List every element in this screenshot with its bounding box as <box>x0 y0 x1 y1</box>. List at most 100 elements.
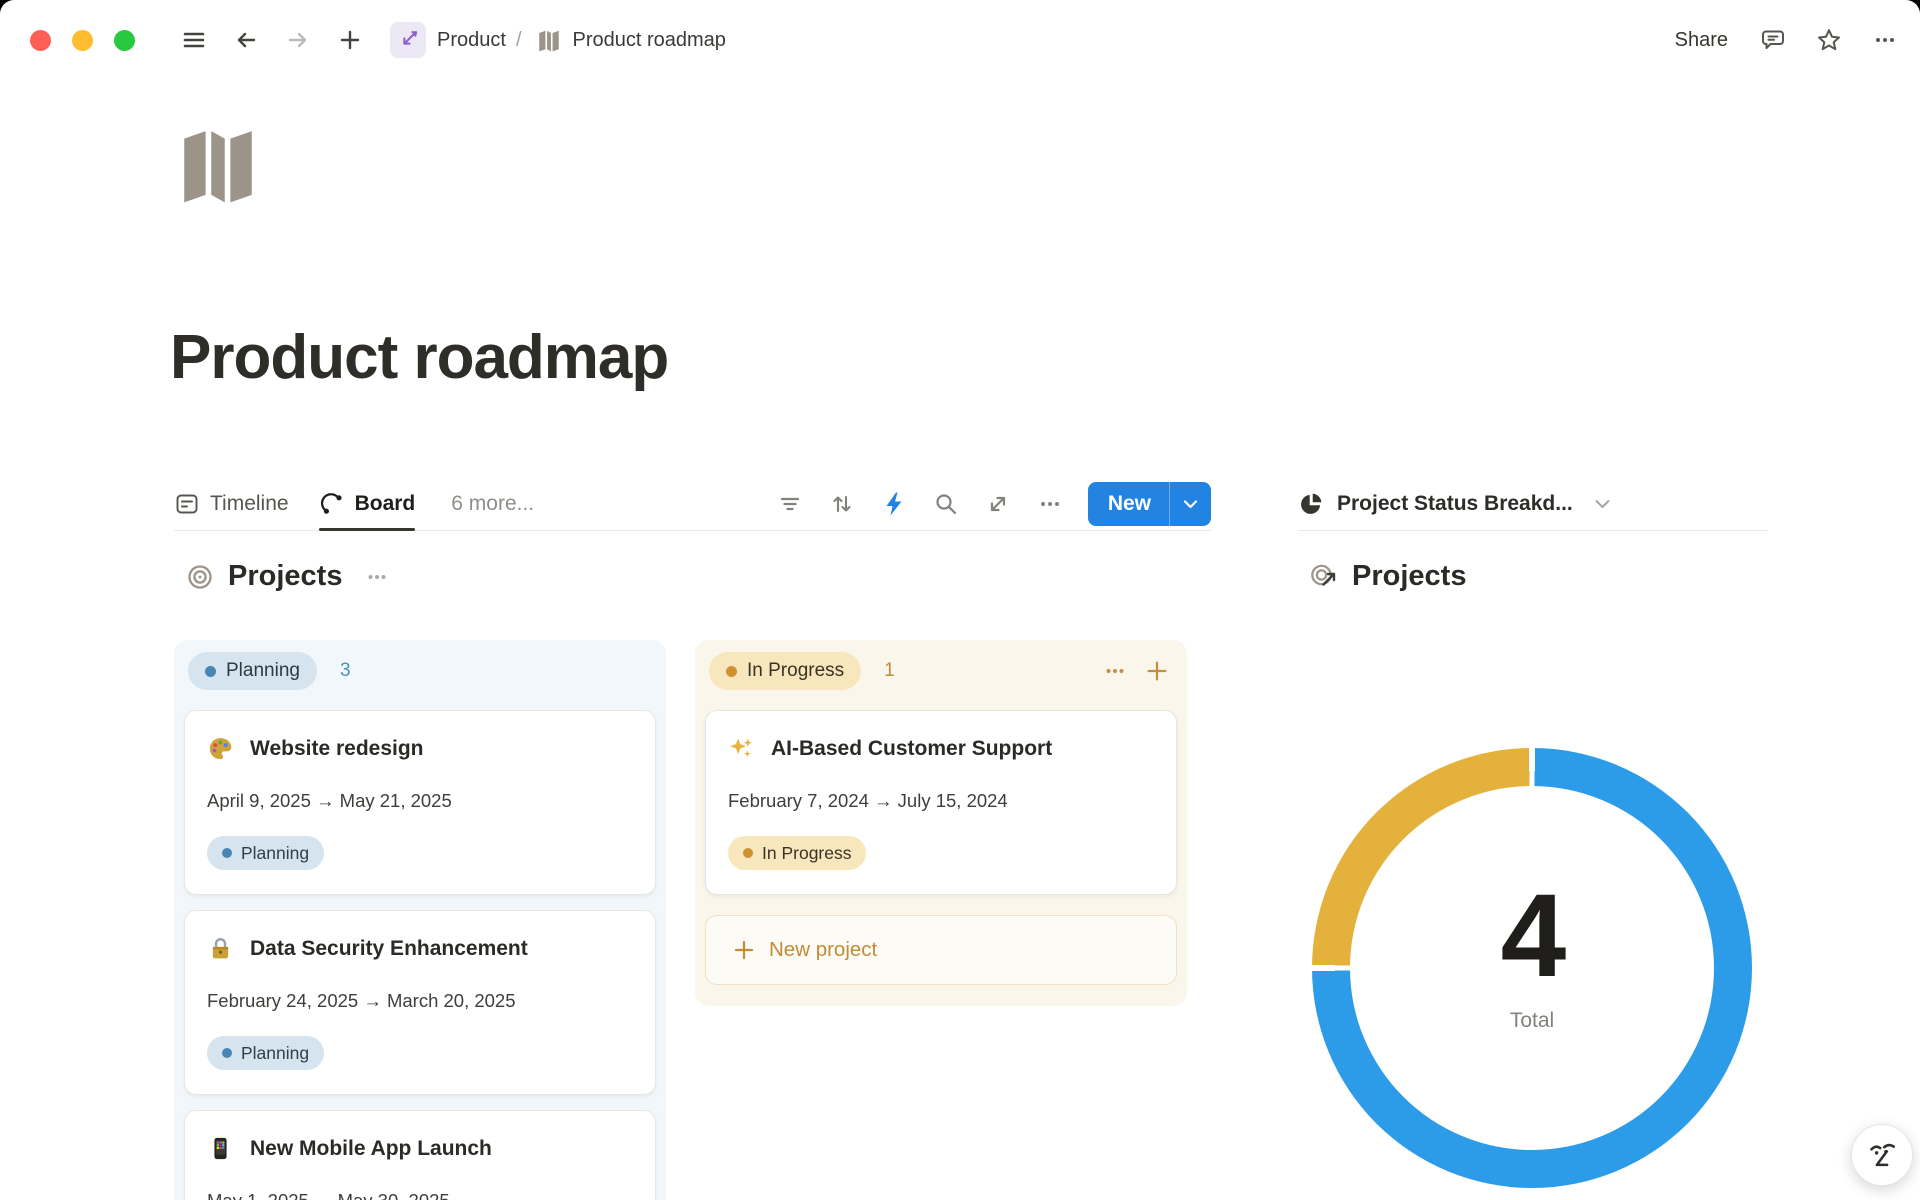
donut-total-value: 4 <box>1501 877 1564 995</box>
status-label: Planning <box>226 660 300 682</box>
card-dates: February 7, 2024 → July 15, 2024 <box>728 790 1154 812</box>
chart-view-header: Project Status Breakd... <box>1298 478 1768 531</box>
window-titlebar: Product / Product roadmap Share <box>0 0 1920 80</box>
filter-button[interactable] <box>772 486 808 522</box>
tab-label: Timeline <box>210 492 289 516</box>
mobile-phone-icon <box>207 1135 234 1162</box>
more-icon <box>1871 26 1899 54</box>
comments-button[interactable] <box>1756 23 1790 57</box>
palette-icon <box>207 735 234 762</box>
status-dot <box>222 1048 232 1058</box>
minimize-window-button[interactable] <box>72 30 93 51</box>
page-icon-map[interactable] <box>173 118 263 208</box>
tab-label: Board <box>355 492 416 516</box>
status-dot <box>743 848 753 858</box>
expand-button[interactable] <box>980 486 1016 522</box>
notion-ai-button[interactable] <box>1851 1124 1913 1186</box>
donut-total-label: Total <box>1510 1009 1554 1033</box>
column-header: In Progress 1 <box>709 652 1173 690</box>
status-dot <box>726 666 737 677</box>
pie-chart-icon <box>1298 491 1324 517</box>
card-dates: April 9, 2025 → May 21, 2025 <box>207 790 633 812</box>
board-column-planning: Planning 3 Website redesign April 9, 202… <box>174 640 666 1200</box>
add-card-button[interactable] <box>1141 655 1173 687</box>
section-title: Projects <box>228 560 342 593</box>
automation-button[interactable] <box>876 486 912 522</box>
dart-icon <box>397 29 419 51</box>
donut-center: 4 Total <box>1350 786 1714 1150</box>
column-count: 3 <box>340 660 351 682</box>
favorite-button[interactable] <box>1812 23 1846 57</box>
search-button[interactable] <box>928 486 964 522</box>
card-title: Website redesign <box>250 737 424 761</box>
project-card[interactable]: Data Security Enhancement February 24, 2… <box>184 910 656 1095</box>
page-options-button[interactable] <box>1868 23 1902 57</box>
status-pill-in-progress[interactable]: In Progress <box>709 652 861 690</box>
status-tag: Planning <box>207 1036 324 1070</box>
card-dates: February 24, 2025 → March 20, 2025 <box>207 990 633 1012</box>
status-label: Planning <box>241 1043 309 1064</box>
section-menu-button[interactable] <box>364 564 390 590</box>
comment-icon <box>1759 26 1787 54</box>
project-card[interactable]: Website redesign April 9, 2025 → May 21,… <box>184 710 656 895</box>
zoom-window-button[interactable] <box>114 30 135 51</box>
column-header: Planning 3 <box>188 652 652 690</box>
status-dot <box>222 848 232 858</box>
more-views-button[interactable]: 6 more... <box>451 492 534 516</box>
board-icon <box>319 491 345 517</box>
status-dot <box>205 666 216 677</box>
project-card[interactable]: New Mobile App Launch May 1, 2025 → May … <box>184 1110 656 1200</box>
share-button[interactable]: Share <box>1675 29 1728 52</box>
status-tag: In Progress <box>728 836 866 870</box>
card-title: New Mobile App Launch <box>250 1137 492 1161</box>
forward-icon[interactable] <box>284 26 312 54</box>
card-dates: May 1, 2025 → May 30, 2025 <box>207 1190 633 1200</box>
column-options-button[interactable] <box>1099 655 1131 687</box>
sparkles-icon <box>728 735 755 762</box>
card-title: AI-Based Customer Support <box>771 737 1052 761</box>
view-toolbar: Timeline Board 6 more... <box>174 478 1211 531</box>
column-count: 1 <box>884 660 895 682</box>
target-icon <box>186 563 214 591</box>
chart-section-header: Projects <box>1310 560 1466 593</box>
section-title: Projects <box>1352 560 1466 593</box>
status-label: In Progress <box>762 843 851 864</box>
breadcrumb-parent[interactable]: Product <box>437 29 506 52</box>
lock-icon <box>207 935 234 962</box>
status-label: In Progress <box>747 660 844 682</box>
project-card[interactable]: AI-Based Customer Support February 7, 20… <box>705 710 1177 895</box>
status-pill-planning[interactable]: Planning <box>188 652 317 690</box>
back-icon[interactable] <box>232 26 260 54</box>
new-tab-icon[interactable] <box>336 26 364 54</box>
breadcrumb-current[interactable]: Product roadmap <box>573 29 726 52</box>
target-arrow-icon <box>1310 563 1338 591</box>
sort-button[interactable] <box>824 486 860 522</box>
breadcrumb-separator: / <box>516 29 522 52</box>
sidebar-menu-icon[interactable] <box>180 26 208 54</box>
new-button-label: New <box>1088 492 1169 516</box>
status-label: Planning <box>241 843 309 864</box>
page-title: Product roadmap <box>170 322 668 393</box>
breadcrumb-parent-chip[interactable] <box>390 22 426 58</box>
status-tag: Planning <box>207 836 324 870</box>
app-window: Product / Product roadmap Share <box>0 0 1920 1200</box>
chevron-down-icon[interactable] <box>1594 498 1611 510</box>
expand-icon <box>984 490 1012 518</box>
tab-board[interactable]: Board <box>319 478 416 530</box>
view-options-button[interactable] <box>1032 486 1068 522</box>
notion-ai-face-icon <box>1864 1137 1900 1173</box>
plus-icon <box>733 939 755 961</box>
new-dropdown-button[interactable] <box>1170 499 1211 510</box>
star-icon <box>1815 26 1843 54</box>
tab-timeline[interactable]: Timeline <box>174 478 289 530</box>
more-icon <box>1036 490 1064 518</box>
new-project-button[interactable]: New project <box>705 915 1177 985</box>
close-window-button[interactable] <box>30 30 51 51</box>
filter-icon <box>776 490 804 518</box>
new-project-label: New project <box>769 938 877 962</box>
automation-lightning-icon <box>880 490 908 518</box>
map-icon <box>536 27 562 53</box>
chart-view-title[interactable]: Project Status Breakd... <box>1337 492 1573 516</box>
new-button[interactable]: New <box>1088 482 1211 526</box>
status-donut-chart[interactable]: 4 Total <box>1312 748 1752 1188</box>
